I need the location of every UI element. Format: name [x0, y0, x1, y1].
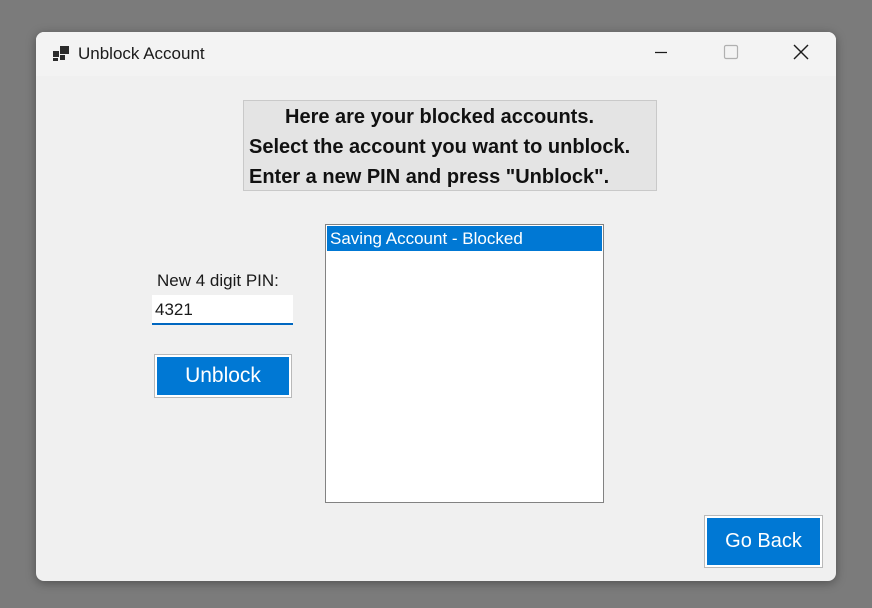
- instructions-label: Here are your blocked accounts. Select t…: [243, 100, 657, 191]
- maximize-icon: [723, 44, 739, 65]
- pin-input[interactable]: [152, 295, 293, 325]
- go-back-button[interactable]: Go Back: [704, 515, 823, 568]
- account-list-item[interactable]: Saving Account - Blocked: [327, 226, 602, 251]
- maximize-button[interactable]: [696, 32, 766, 76]
- window-title: Unblock Account: [78, 44, 205, 63]
- instructions-line-3: Enter a new PIN and press "Unblock".: [249, 166, 610, 188]
- accounts-listbox[interactable]: Saving Account - Blocked: [325, 224, 604, 503]
- unblock-account-window: Unblock Account Here are your blocked ac…: [36, 32, 836, 581]
- app-window-icon: [52, 44, 70, 62]
- pin-label: New 4 digit PIN:: [157, 271, 279, 290]
- close-icon: [792, 43, 810, 66]
- instructions-line-2: Select the account you want to unblock.: [249, 136, 631, 158]
- close-button[interactable]: [766, 32, 836, 76]
- minimize-button[interactable]: [626, 32, 696, 76]
- instructions-line-1: Here are your blocked accounts.: [285, 106, 595, 128]
- title-bar[interactable]: Unblock Account: [36, 32, 836, 76]
- minimize-icon: [653, 44, 669, 65]
- unblock-button[interactable]: Unblock: [154, 354, 292, 398]
